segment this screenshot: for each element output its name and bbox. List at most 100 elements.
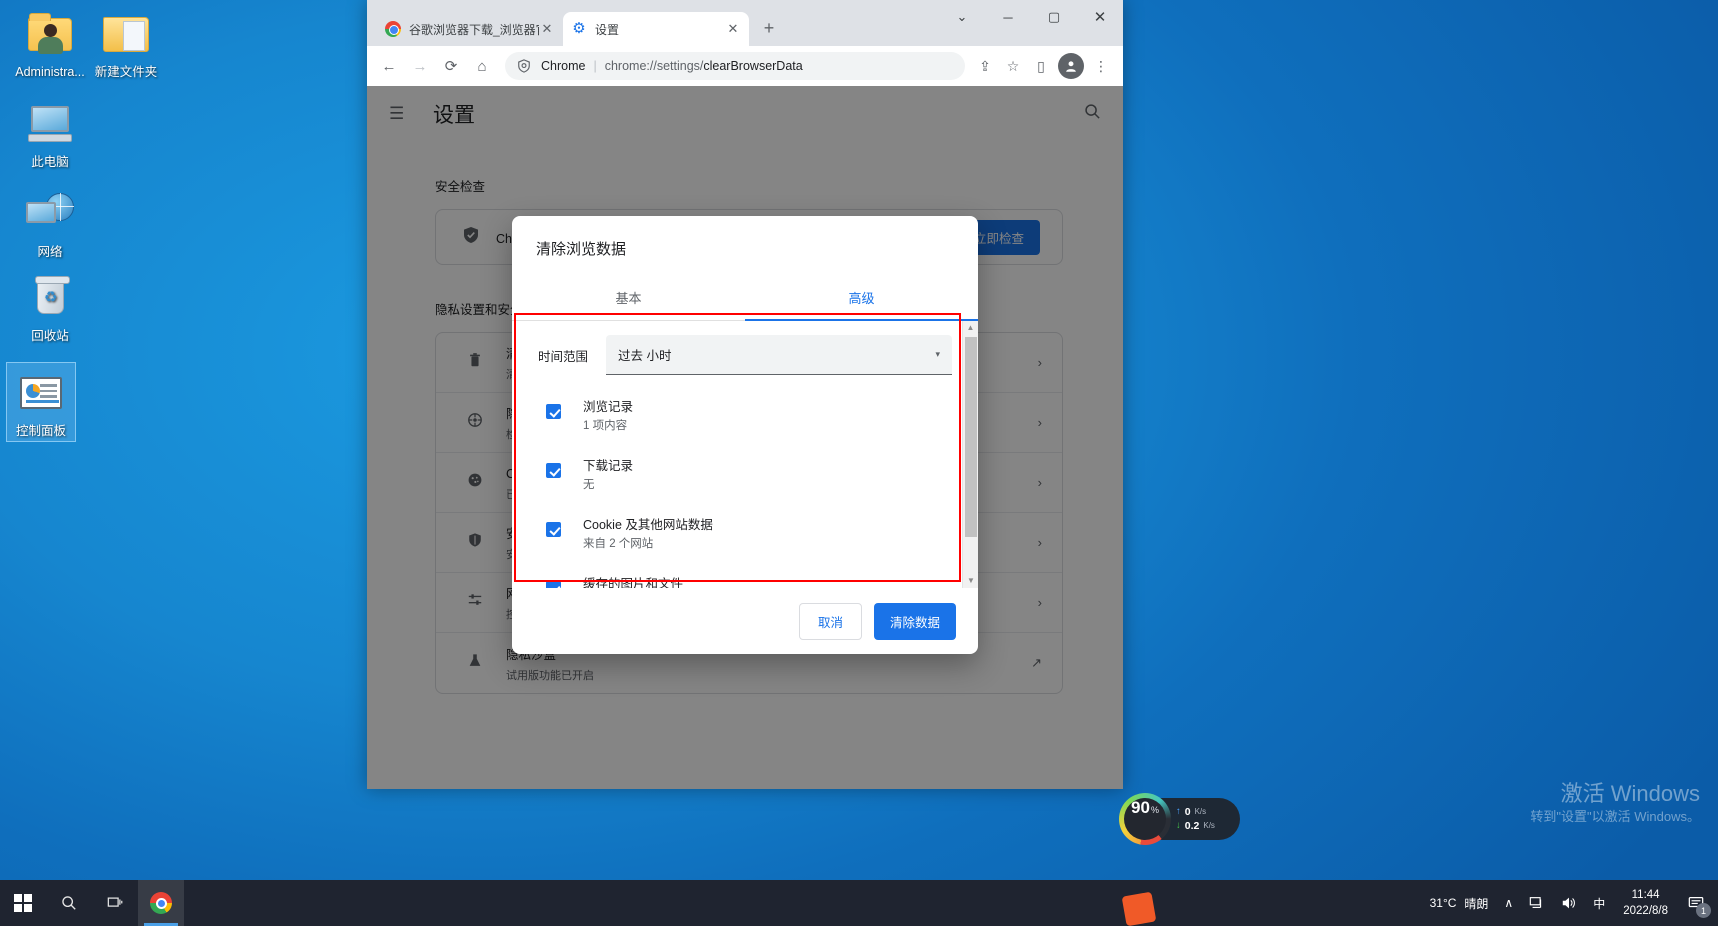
chrome-taskbar-icon[interactable] [138, 880, 184, 926]
omnibox-url: chrome://settings/clearBrowserData [605, 59, 803, 73]
activation-watermark-subtitle: 转到"设置"以激活 Windows。 [1530, 806, 1700, 825]
desktop-icon-label: Administra... [8, 65, 92, 80]
bookmark-star-icon[interactable]: ☆ [999, 52, 1027, 80]
checkbox-download-history[interactable] [546, 463, 561, 478]
desktop-icon-label: 控制面板 [7, 424, 75, 439]
reload-icon[interactable]: ⟳ [437, 52, 465, 80]
download-value: 0.2 [1185, 819, 1200, 833]
tab-close-icon[interactable]: ✕ [539, 21, 555, 37]
tab-title: 设置 [595, 21, 725, 38]
chrome-menu-icon[interactable]: ⋮ [1087, 52, 1115, 80]
chrome-shield-icon [517, 59, 532, 74]
task-view-icon[interactable] [92, 880, 138, 926]
back-icon[interactable]: ← [375, 52, 403, 80]
time-range-value: 过去 小时 [618, 345, 671, 364]
browser-tab-downloads[interactable]: 谷歌浏览器下载_浏览器官网入口 ✕ [377, 12, 563, 46]
desktop-root: Administra... 新建文件夹 此电脑 网络 ♻ 回收站 [0, 0, 1718, 926]
upload-arrow-icon: ↑ [1176, 805, 1181, 819]
omnibox-url-page: clearBrowserData [703, 59, 802, 73]
dialog-title: 清除浏览数据 [512, 216, 978, 275]
tab-title: 谷歌浏览器下载_浏览器官网入口 [409, 21, 539, 38]
taskbar-search-icon[interactable] [46, 880, 92, 926]
tray-overflow-chevron-icon[interactable]: ∧ [1496, 880, 1521, 926]
checkbox-browsing-history[interactable] [546, 404, 561, 419]
item-title: Cookie 及其他网站数据 [583, 516, 713, 534]
scroll-down-icon[interactable]: ▼ [963, 574, 978, 588]
list-item[interactable]: 缓存的图片和文件 少于 2.3 MB [538, 564, 952, 588]
upload-speed-row: ↑ 0 K/s [1176, 805, 1215, 819]
clear-browsing-data-dialog: 清除浏览数据 基本 高级 时间范围 过去 小时 ▾ 浏览记录 1 项内容 [512, 216, 978, 654]
weather-temperature: 31°C [1430, 896, 1457, 910]
close-button[interactable]: ✕ [1077, 0, 1123, 34]
dialog-tabs: 基本 高级 [512, 275, 978, 321]
forward-icon[interactable]: → [406, 52, 434, 80]
profile-avatar[interactable] [1058, 53, 1084, 79]
clock-date: 2022/8/8 [1623, 903, 1668, 919]
time-range-label: 时间范围 [538, 346, 606, 365]
dialog-body: 时间范围 过去 小时 ▾ 浏览记录 1 项内容 下载记录 [512, 321, 978, 588]
tab-basic[interactable]: 基本 [512, 275, 745, 320]
browser-toolbar: ← → ⟳ ⌂ Chrome | chrome://settings/clear… [367, 46, 1123, 86]
taskbar: 31°C 晴朗 ∧ 中 11:44 2022/8/8 1 [0, 880, 1718, 926]
browser-tab-settings[interactable]: ⚙ 设置 ✕ [563, 12, 749, 46]
desktop-icon-recycle-bin[interactable]: ♻ 回收站 [8, 272, 92, 344]
weather-condition: 晴朗 [1464, 895, 1488, 912]
scroll-up-icon[interactable]: ▲ [963, 321, 978, 335]
checkbox-cached-images[interactable] [546, 581, 561, 588]
item-title: 下载记录 [583, 457, 633, 475]
window-controls: ⌄ ─ ▢ ✕ [939, 0, 1123, 34]
home-icon[interactable]: ⌂ [468, 52, 496, 80]
omnibox-separator: | [593, 59, 596, 73]
desktop-icon-administrator[interactable]: Administra... [8, 8, 92, 80]
scrollbar-thumb[interactable] [965, 337, 977, 537]
dialog-scrollbar[interactable]: ▲ ▼ [962, 321, 978, 588]
control-panel-icon [15, 367, 67, 419]
wps-icon[interactable] [1122, 892, 1157, 926]
list-item[interactable]: Cookie 及其他网站数据 来自 2 个网站 [538, 505, 952, 564]
upload-unit: K/s [1195, 805, 1207, 819]
cancel-button[interactable]: 取消 [799, 603, 862, 640]
item-title: 缓存的图片和文件 [583, 575, 683, 588]
checkbox-cookies[interactable] [546, 522, 561, 537]
network-tray-icon[interactable] [1521, 880, 1553, 926]
cpu-percent-value: 90 [1131, 798, 1150, 818]
cpu-usage-gauge[interactable]: 90 % [1119, 793, 1171, 845]
time-range-select[interactable]: 过去 小时 ▾ [606, 335, 952, 375]
time-range-row: 时间范围 过去 小时 ▾ [512, 321, 978, 381]
desktop-icon-new-folder[interactable]: 新建文件夹 [84, 8, 168, 80]
chrome-logo-icon [385, 21, 401, 37]
item-sub: 1 项内容 [583, 417, 633, 435]
maximize-button[interactable]: ▢ [1031, 0, 1077, 34]
network-speed-readout: ↑ 0 K/s ↓ 0.2 K/s [1176, 805, 1215, 833]
volume-icon[interactable] [1553, 880, 1585, 926]
upload-value: 0 [1185, 805, 1191, 819]
recycle-bin-icon: ♻ [24, 272, 76, 324]
minimize-button[interactable]: ─ [985, 0, 1031, 34]
desktop-icon-label: 网络 [8, 245, 92, 260]
taskbar-clock[interactable]: 11:44 2022/8/8 [1613, 880, 1678, 926]
list-item[interactable]: 下载记录 无 [538, 446, 952, 505]
tab-advanced[interactable]: 高级 [745, 275, 978, 320]
desktop-icon-label: 回收站 [8, 329, 92, 344]
side-panel-icon[interactable]: ▯ [1027, 52, 1055, 80]
new-tab-button[interactable]: + [755, 15, 783, 43]
tab-close-icon[interactable]: ✕ [725, 21, 741, 37]
address-bar[interactable]: Chrome | chrome://settings/clearBrowserD… [505, 52, 965, 80]
share-icon[interactable]: ⇪ [971, 52, 999, 80]
list-item[interactable]: 浏览记录 1 项内容 [538, 387, 952, 446]
gear-icon: ⚙ [571, 21, 587, 37]
tab-strip: 谷歌浏览器下载_浏览器官网入口 ✕ ⚙ 设置 ✕ + ⌄ ─ ▢ ✕ [367, 0, 1123, 46]
weather-widget[interactable]: 31°C 晴朗 [1422, 880, 1497, 926]
start-button[interactable] [0, 880, 46, 926]
desktop-icon-network[interactable]: 网络 [8, 188, 92, 260]
network-icon [24, 188, 76, 240]
this-pc-icon [24, 98, 76, 150]
tab-search-chevron-icon[interactable]: ⌄ [939, 0, 985, 34]
user-folder-icon [24, 8, 76, 60]
clear-data-button[interactable]: 清除数据 [874, 603, 956, 640]
notification-center-button[interactable]: 1 [1678, 880, 1714, 926]
desktop-icon-control-panel[interactable]: 控制面板 [6, 362, 76, 442]
desktop-icon-this-pc[interactable]: 此电脑 [8, 98, 92, 170]
system-tray: 31°C 晴朗 ∧ 中 11:44 2022/8/8 1 [1422, 880, 1718, 926]
ime-indicator[interactable]: 中 [1585, 880, 1613, 926]
